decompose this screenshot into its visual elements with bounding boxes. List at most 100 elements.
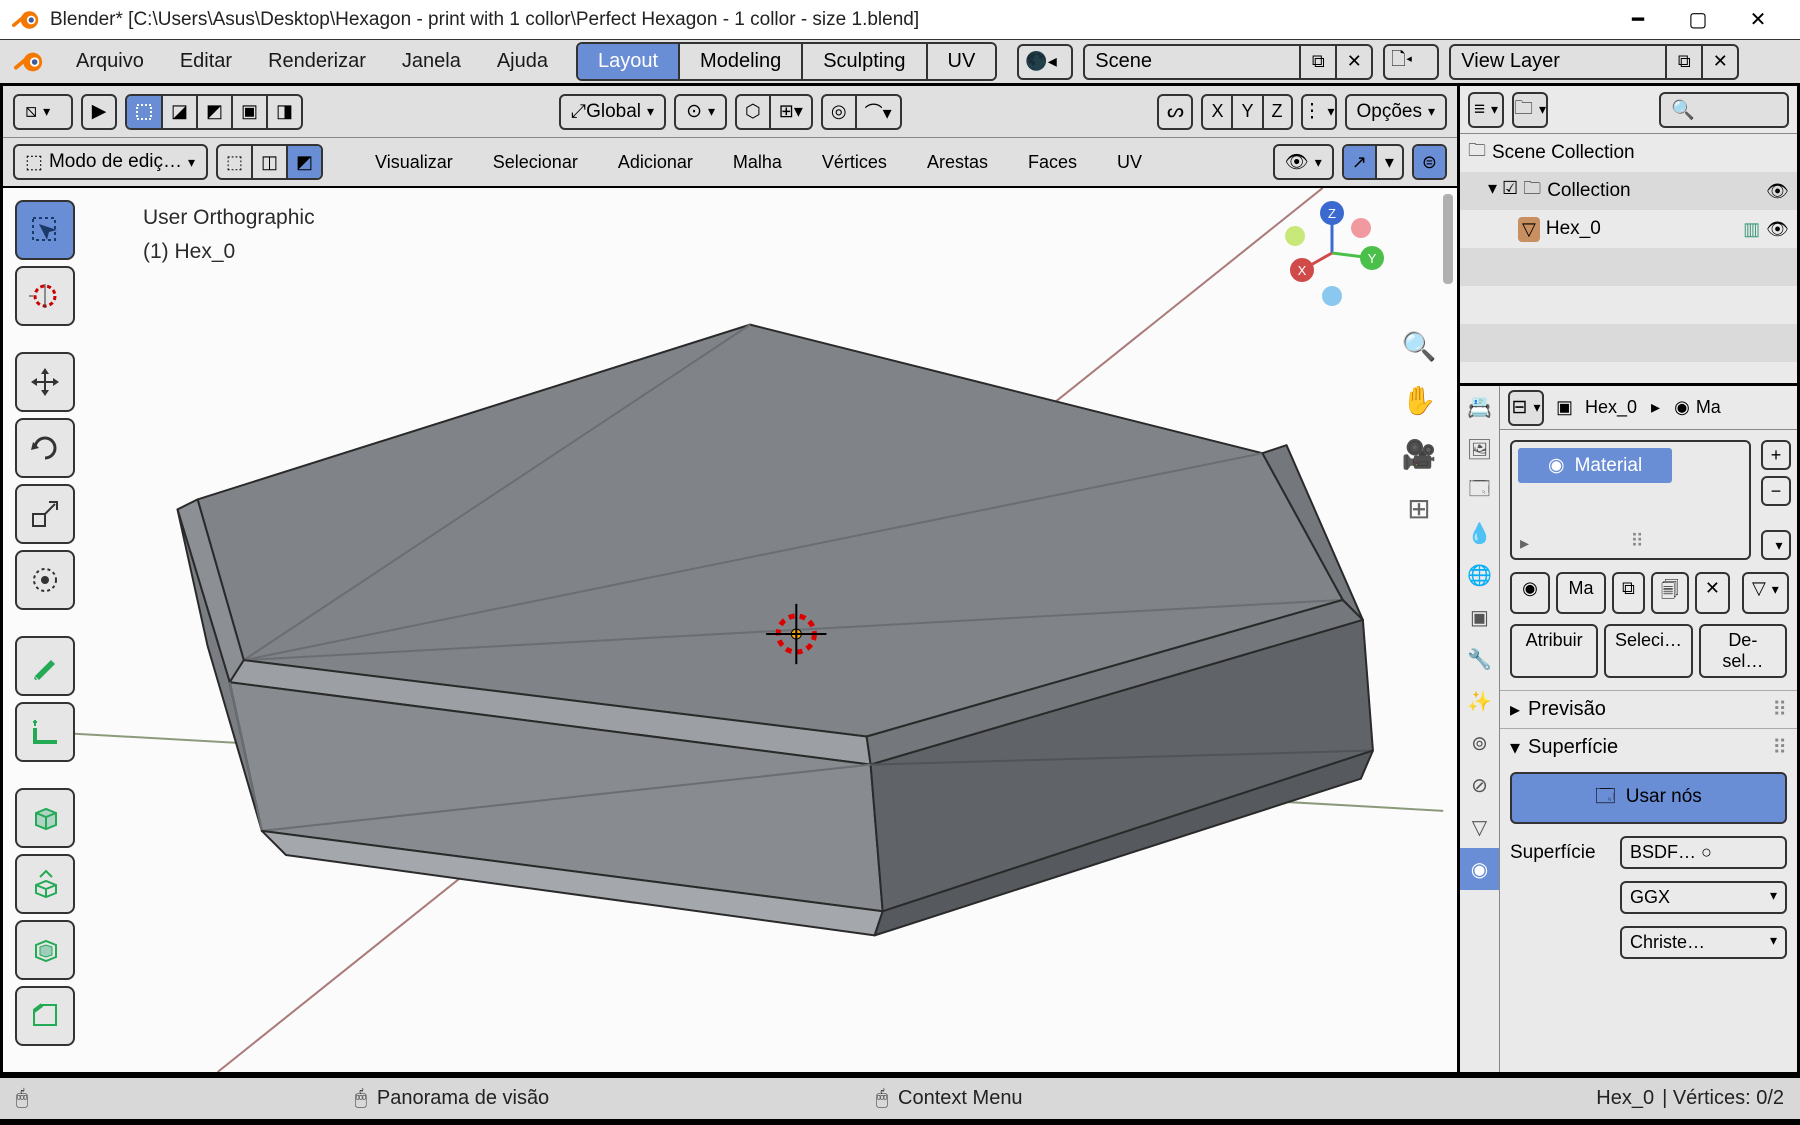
tool-select-box[interactable]: [15, 200, 75, 260]
subsurface-dropdown[interactable]: Christe…: [1620, 926, 1787, 959]
edge-select-icon[interactable]: ◫: [253, 146, 288, 178]
nav-gizmo[interactable]: Z Y X: [1277, 198, 1387, 308]
perspective-icon[interactable]: ⊞: [1401, 490, 1437, 526]
scrollbar[interactable]: [1443, 194, 1453, 284]
tool-add-cube[interactable]: [15, 788, 75, 848]
menu-view[interactable]: Visualizar: [359, 146, 469, 179]
outliner-display-dropdown[interactable]: 🗀: [1512, 92, 1548, 128]
maximize-button[interactable]: ▢: [1668, 0, 1728, 40]
slot-grip-icon[interactable]: ⠿: [1631, 531, 1644, 552]
tool-measure[interactable]: [15, 702, 75, 762]
ptab-world[interactable]: 🌐: [1460, 554, 1499, 596]
material-copy-icon[interactable]: 🗐: [1651, 572, 1689, 614]
camera-icon[interactable]: 🎥: [1401, 436, 1437, 472]
tool-annotate[interactable]: [15, 636, 75, 696]
gizmo-toggle-icon[interactable]: ↗: [1344, 146, 1377, 178]
mirror-icon[interactable]: ᔕ: [1157, 94, 1193, 130]
select-invert-icon[interactable]: ◨: [268, 96, 301, 128]
ptab-viewlayer[interactable]: 🗔: [1460, 470, 1499, 512]
gizmo-options-icon[interactable]: ▾: [1377, 146, 1402, 178]
ptab-render[interactable]: 📇: [1460, 386, 1499, 428]
ptab-material[interactable]: ◉: [1460, 848, 1499, 890]
material-browse[interactable]: ◉: [1510, 572, 1550, 614]
visibility-dropdown[interactable]: 👁: [1273, 144, 1334, 180]
distribution-dropdown[interactable]: GGX: [1620, 881, 1787, 914]
select-extend-icon[interactable]: ◪: [163, 96, 198, 128]
ptab-object[interactable]: ▣: [1460, 596, 1499, 638]
material-deselect-button[interactable]: De-sel…: [1699, 624, 1787, 678]
material-name-short[interactable]: Ma: [1556, 572, 1606, 614]
tool-transform[interactable]: [15, 550, 75, 610]
pivot-dropdown[interactable]: ⊙: [674, 94, 727, 130]
tool-move[interactable]: [15, 352, 75, 412]
pan-icon[interactable]: ✋: [1401, 382, 1437, 418]
breadcrumb-mat[interactable]: Ma: [1696, 397, 1721, 418]
mode-dropdown[interactable]: ⬚ Modo de ediç…: [13, 144, 208, 180]
scene-delete-icon[interactable]: ✕: [1335, 46, 1371, 78]
snap-toggle-icon[interactable]: ⬡: [737, 96, 771, 128]
select-subtract-icon[interactable]: ◩: [198, 96, 233, 128]
select-intersect-icon[interactable]: ▣: [233, 96, 268, 128]
tool-cursor[interactable]: [15, 266, 75, 326]
ptab-particles[interactable]: ✨: [1460, 680, 1499, 722]
tab-modeling[interactable]: Modeling: [680, 44, 803, 79]
cursor-tool-icon[interactable]: ▶: [81, 94, 117, 130]
tool-rotate[interactable]: [15, 418, 75, 478]
menu-mesh[interactable]: Malha: [717, 146, 798, 179]
ptab-constraints[interactable]: ⊘: [1460, 764, 1499, 806]
material-add-button[interactable]: +: [1761, 440, 1791, 470]
viewport-canvas[interactable]: User Orthographic (1) Hex_0: [3, 188, 1457, 1072]
menu-uv[interactable]: UV: [1101, 146, 1158, 179]
menu-window[interactable]: Janela: [384, 40, 479, 83]
close-button[interactable]: ✕: [1728, 0, 1788, 40]
options-dropdown[interactable]: Opções: [1345, 94, 1448, 130]
select-box-icon[interactable]: [127, 96, 163, 128]
snap-type-icon[interactable]: ⊞▾: [771, 96, 811, 128]
material-assign-button[interactable]: Atribuir: [1510, 624, 1598, 678]
outliner-type-dropdown[interactable]: ≡: [1468, 92, 1504, 128]
use-nodes-button[interactable]: 🗔Usar nós: [1510, 772, 1787, 824]
ptab-physics[interactable]: ⊚: [1460, 722, 1499, 764]
tool-inset[interactable]: [15, 920, 75, 980]
menu-select[interactable]: Selecionar: [477, 146, 594, 179]
scene-copy-icon[interactable]: ⧉: [1299, 46, 1335, 78]
tool-scale[interactable]: [15, 484, 75, 544]
proportional-falloff-icon[interactable]: ⌒▾: [857, 96, 900, 128]
overlay-toggle-icon[interactable]: ⊜: [1414, 146, 1445, 178]
ptab-scene[interactable]: 💧: [1460, 512, 1499, 554]
viewlayer-copy-icon[interactable]: ⧉: [1665, 46, 1701, 78]
panel-surface[interactable]: ▾ Superfície⠿: [1500, 728, 1797, 766]
material-select-button[interactable]: Seleci…: [1604, 624, 1692, 678]
vertex-select-icon[interactable]: ⬚: [218, 146, 253, 178]
menu-edit[interactable]: Editar: [162, 40, 250, 83]
menu-edge[interactable]: Arestas: [911, 146, 1004, 179]
slot-expand-icon[interactable]: ▸: [1520, 533, 1529, 554]
material-link-dropdown[interactable]: ▽: [1742, 572, 1789, 614]
material-menu-button[interactable]: [1761, 530, 1791, 560]
material-unlink-icon[interactable]: ✕: [1695, 572, 1730, 614]
scene-browse[interactable]: 🌑◂: [1017, 44, 1073, 80]
automerge-icon[interactable]: ⋮: [1301, 94, 1337, 130]
orientation-dropdown[interactable]: ⤢ Global: [559, 94, 666, 130]
visibility-icon[interactable]: 👁: [1766, 181, 1789, 202]
outliner-row-hex[interactable]: ▽ Hex_0 ▥ 👁: [1460, 210, 1797, 248]
menu-file[interactable]: Arquivo: [58, 40, 162, 83]
tool-extrude[interactable]: [15, 854, 75, 914]
proportional-toggle-icon[interactable]: ◎: [823, 96, 857, 128]
outliner-search[interactable]: 🔍: [1659, 92, 1789, 128]
viewlayer-name[interactable]: View Layer: [1451, 50, 1665, 73]
material-slot-active[interactable]: ◉Material: [1518, 448, 1672, 483]
properties-type-dropdown[interactable]: ⊟: [1508, 390, 1544, 426]
panel-preview[interactable]: ▸ Previsão⠿: [1500, 690, 1797, 728]
viewlayer-browse[interactable]: 🗋◂: [1383, 44, 1439, 80]
viewlayer-delete-icon[interactable]: ✕: [1701, 46, 1737, 78]
axis-z[interactable]: Z: [1264, 96, 1291, 128]
tool-bevel[interactable]: [15, 986, 75, 1046]
material-remove-button[interactable]: −: [1761, 476, 1791, 506]
tab-layout[interactable]: Layout: [578, 44, 680, 79]
surface-shader-dropdown[interactable]: BSDF… ○: [1620, 836, 1787, 869]
menu-render[interactable]: Renderizar: [250, 40, 384, 83]
ptab-output[interactable]: 🖼: [1460, 428, 1499, 470]
tab-sculpting[interactable]: Sculpting: [803, 44, 927, 79]
edit-mode-icon[interactable]: ▥: [1743, 219, 1760, 240]
